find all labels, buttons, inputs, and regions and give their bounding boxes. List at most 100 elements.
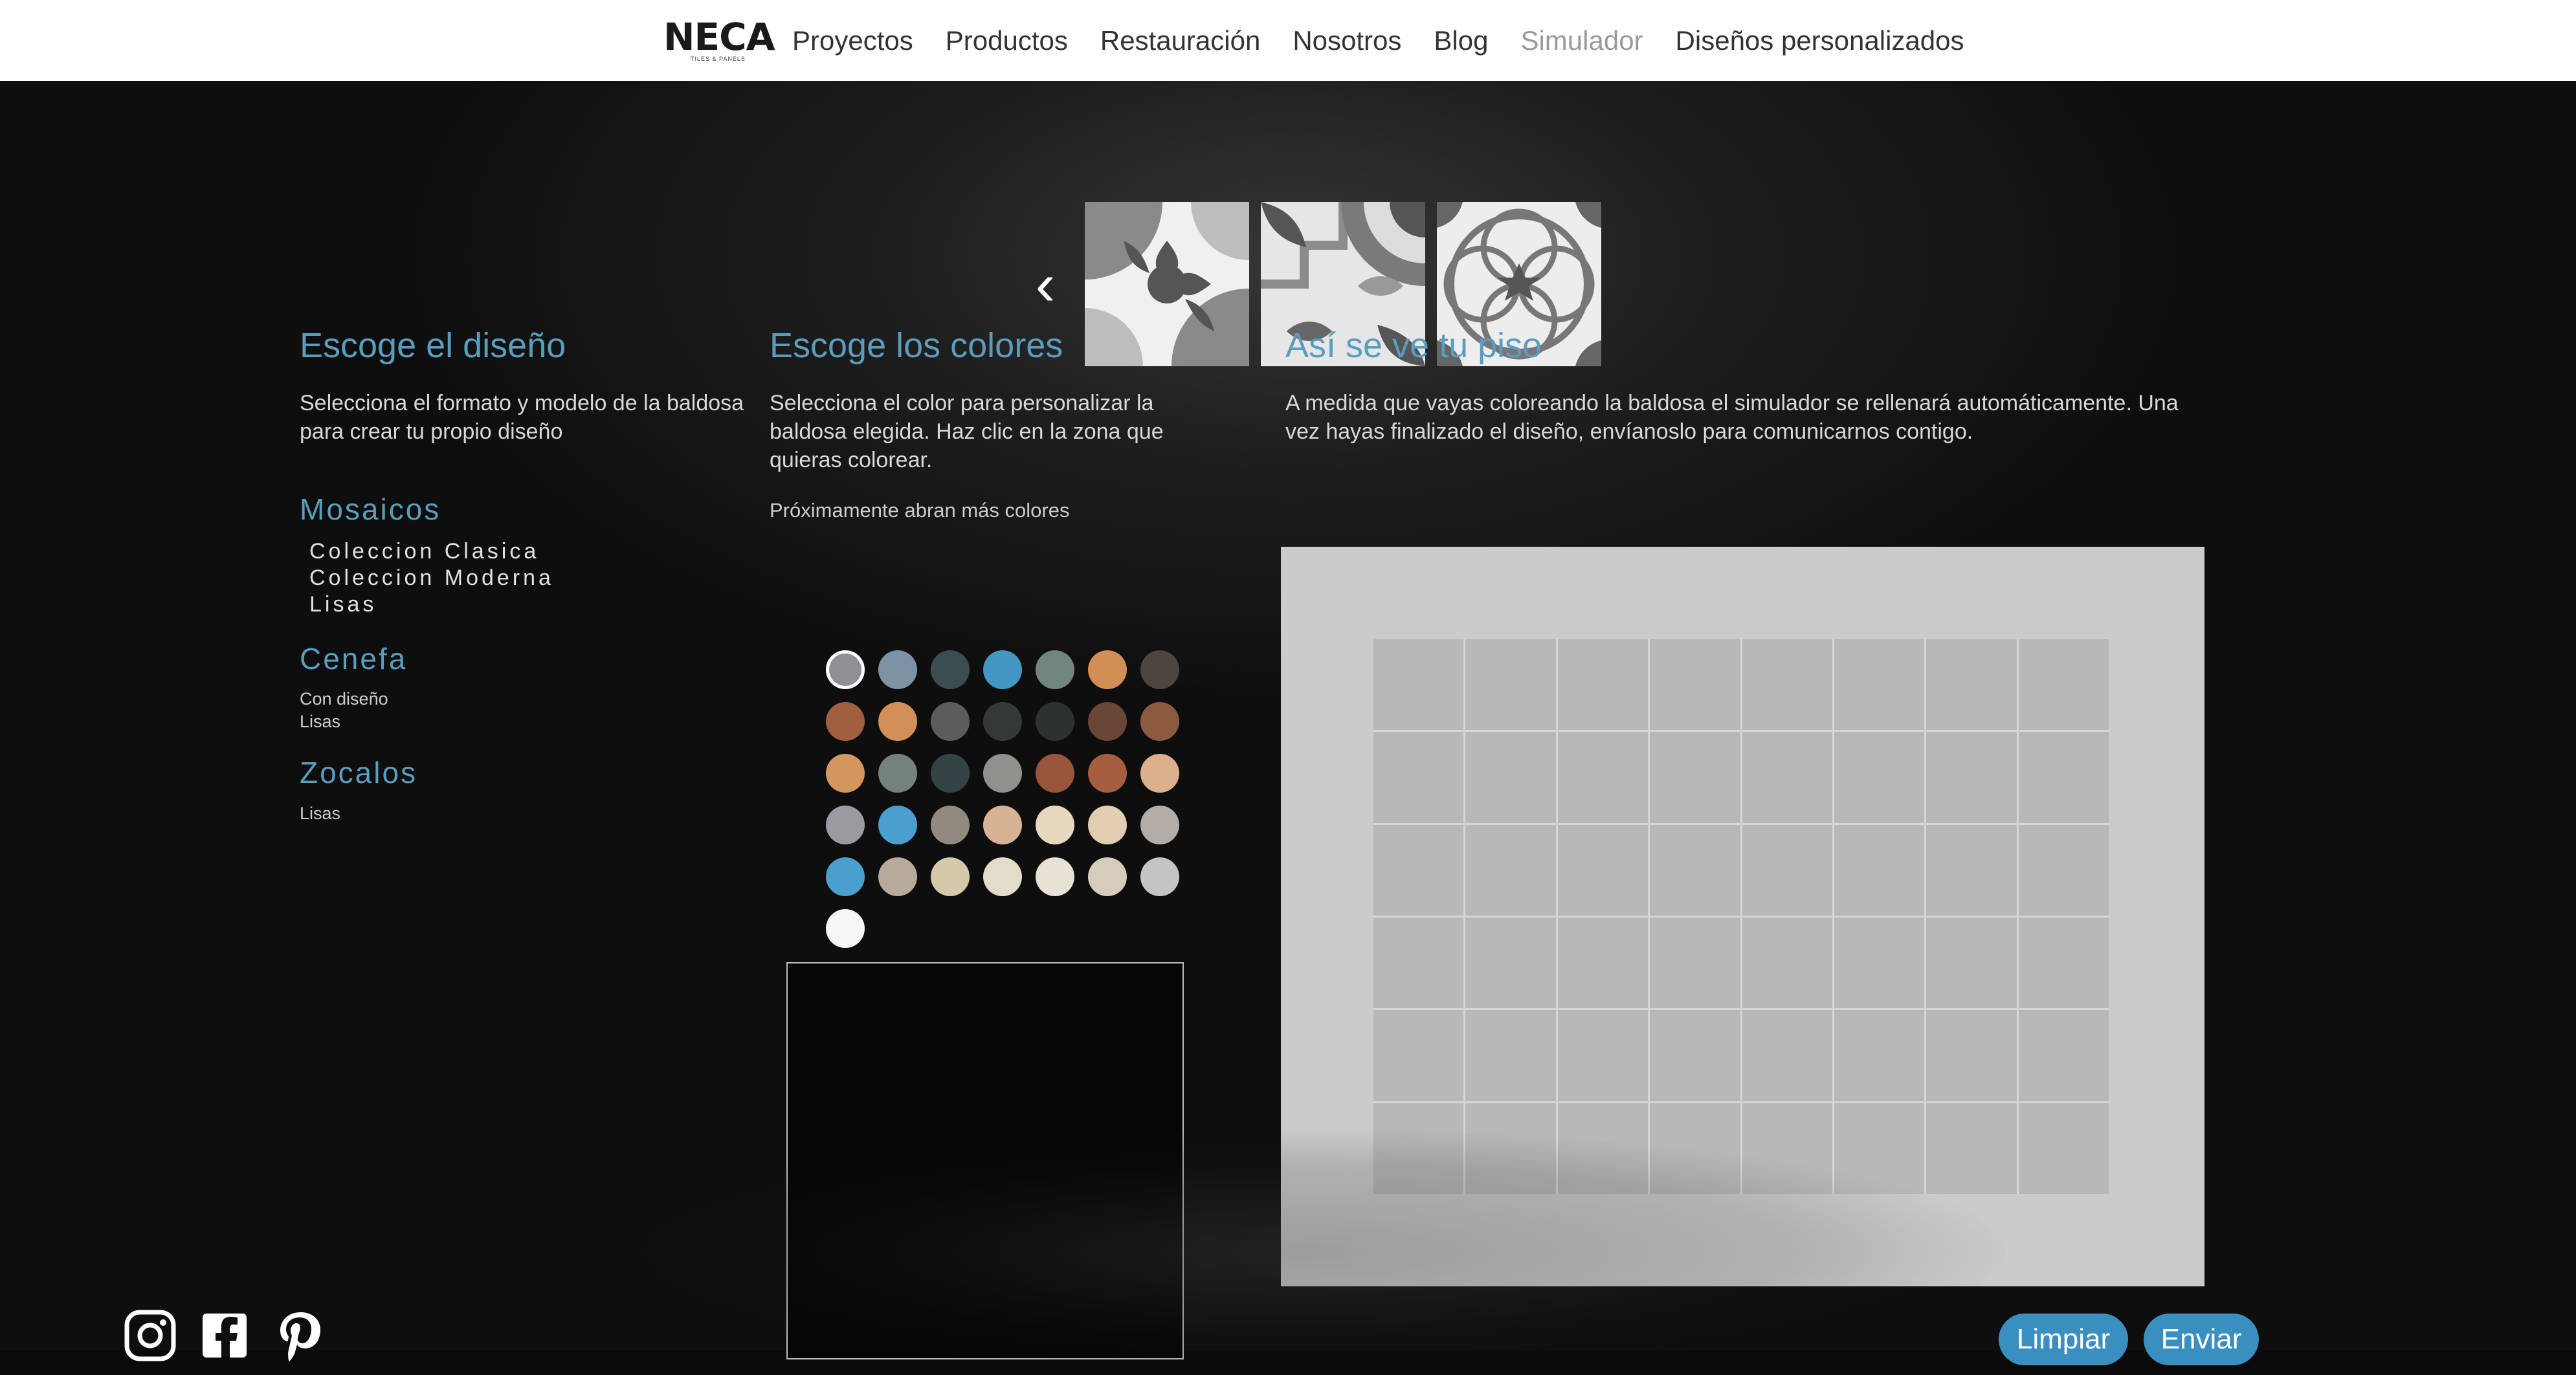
chevron-left-icon[interactable]: ‹ xyxy=(1029,255,1061,314)
color-swatch[interactable] xyxy=(1036,806,1074,844)
color-swatch[interactable] xyxy=(878,857,917,896)
preview-tile-cell xyxy=(2018,1010,2109,1101)
nav-link-restauracion[interactable]: Restauración xyxy=(1100,25,1260,56)
color-swatch[interactable] xyxy=(983,857,1022,896)
color-swatch[interactable] xyxy=(931,754,970,793)
color-swatch[interactable] xyxy=(983,754,1022,793)
preview-tile-cell xyxy=(2018,1103,2109,1194)
color-swatch[interactable] xyxy=(1088,857,1127,896)
clear-button[interactable]: Limpiar xyxy=(1999,1314,2128,1365)
color-swatch[interactable] xyxy=(826,806,865,844)
design-section-description: Selecciona el formato y modelo de la bal… xyxy=(300,391,744,444)
preview-tile-cell xyxy=(1650,917,1740,1009)
preview-tile-cell xyxy=(1465,639,1556,731)
tile-color-editor[interactable] xyxy=(786,962,1184,1359)
preview-tile-cell xyxy=(1465,824,1556,916)
color-swatch[interactable] xyxy=(1088,806,1127,844)
preview-tile-cell xyxy=(1650,1010,1740,1101)
more-colors-note: Próximamente abran más colores xyxy=(770,499,1070,522)
preview-tile-cell xyxy=(1557,639,1649,731)
color-swatch[interactable] xyxy=(1036,702,1074,741)
zocalos-item-lisas[interactable]: Lisas xyxy=(300,804,340,824)
send-button[interactable]: Enviar xyxy=(2144,1314,2259,1365)
cenefa-item-con-diseno[interactable]: Con diseño xyxy=(300,689,388,709)
category-item-coleccion-clasica[interactable]: Coleccion Clasica xyxy=(309,539,539,564)
preview-tile-cell xyxy=(1650,639,1740,731)
preview-tile-cell xyxy=(1373,732,1464,823)
preview-tile-cell xyxy=(1742,639,1832,731)
preview-section-description: A medida que vayas coloreando la baldosa… xyxy=(1285,391,2179,444)
preview-tile-cell xyxy=(1557,1103,1649,1194)
category-item-lisas[interactable]: Lisas xyxy=(309,592,377,617)
neca-logo[interactable]: NECA TILES & PANELS xyxy=(663,14,775,66)
preview-tile-cell xyxy=(1742,1103,1832,1194)
color-swatch[interactable] xyxy=(983,702,1022,741)
color-swatch[interactable] xyxy=(1140,754,1179,793)
color-swatch[interactable] xyxy=(878,806,917,844)
color-swatch[interactable] xyxy=(1036,857,1074,896)
preview-tile-cell xyxy=(1834,917,1925,1009)
category-item-coleccion-moderna[interactable]: Coleccion Moderna xyxy=(309,566,554,591)
preview-tile-cell xyxy=(2018,639,2109,731)
preview-tile-cell xyxy=(1650,732,1740,823)
color-swatch[interactable] xyxy=(1140,702,1179,741)
color-swatch[interactable] xyxy=(1036,754,1074,793)
facebook-icon[interactable] xyxy=(197,1308,252,1363)
color-swatch[interactable] xyxy=(1088,650,1127,689)
logo-wordmark: NECA xyxy=(663,15,775,59)
color-swatch[interactable] xyxy=(826,650,865,689)
nav-link-nosotros[interactable]: Nosotros xyxy=(1293,25,1401,56)
color-swatch[interactable] xyxy=(826,702,865,741)
nav-link-disenos-personalizados[interactable]: Diseños personalizados xyxy=(1676,25,1964,56)
main-nav: Proyectos Productos Restauración Nosotro… xyxy=(792,0,1996,81)
color-swatch[interactable] xyxy=(1140,806,1179,844)
color-swatch[interactable] xyxy=(878,702,917,741)
color-swatch[interactable] xyxy=(826,909,865,948)
preview-tile-cell xyxy=(2018,732,2109,823)
nav-link-proyectos[interactable]: Proyectos xyxy=(792,25,913,56)
color-swatch[interactable] xyxy=(1088,754,1127,793)
color-swatch[interactable] xyxy=(1140,857,1179,896)
color-swatch[interactable] xyxy=(983,650,1022,689)
color-swatch[interactable] xyxy=(826,857,865,896)
color-swatch[interactable] xyxy=(1088,702,1127,741)
color-swatch[interactable] xyxy=(931,806,970,844)
colors-section-title: Escoge los colores xyxy=(770,326,1063,365)
preview-tile-cell xyxy=(1465,1010,1556,1101)
category-title-cenefa: Cenefa xyxy=(300,642,408,676)
color-swatch[interactable] xyxy=(1140,650,1179,689)
cenefa-item-lisas[interactable]: Lisas xyxy=(300,712,340,732)
color-swatch[interactable] xyxy=(931,702,970,741)
tile-design-1[interactable] xyxy=(1085,202,1249,366)
nav-link-blog[interactable]: Blog xyxy=(1434,25,1488,56)
color-swatch[interactable] xyxy=(878,754,917,793)
preview-tile-cell xyxy=(1557,1010,1649,1101)
color-swatch[interactable] xyxy=(826,754,865,793)
floor-preview-panel xyxy=(1281,547,2204,1286)
color-swatch[interactable] xyxy=(931,650,970,689)
nav-link-simulador[interactable]: Simulador xyxy=(1520,25,1643,56)
color-swatch[interactable] xyxy=(931,857,970,896)
color-swatch[interactable] xyxy=(983,806,1022,844)
preview-tile-cell xyxy=(1742,732,1832,823)
preview-tile-cell xyxy=(1373,1103,1464,1194)
preview-tile-cell xyxy=(1373,639,1464,731)
pinterest-icon[interactable] xyxy=(272,1308,327,1363)
preview-tile-cell xyxy=(1926,917,2017,1009)
instagram-icon[interactable] xyxy=(123,1308,177,1363)
tile-pattern-1 xyxy=(1085,202,1249,366)
preview-tile-cell xyxy=(1557,917,1649,1009)
color-swatch[interactable] xyxy=(1036,650,1074,689)
preview-tile-cell xyxy=(1465,732,1556,823)
preview-tile-cell xyxy=(1465,1103,1556,1194)
preview-tile-cell xyxy=(2018,917,2109,1009)
preview-tile-cell xyxy=(1926,824,2017,916)
preview-section-title: Así se ve tu piso xyxy=(1285,326,1542,365)
colors-section-description: Selecciona el color para personalizar la… xyxy=(770,391,1164,472)
nav-link-productos[interactable]: Productos xyxy=(946,25,1068,56)
design-section-title: Escoge el diseño xyxy=(300,326,566,365)
preview-tile-cell xyxy=(1650,824,1740,916)
preview-tile-cell xyxy=(1926,639,2017,731)
color-swatch[interactable] xyxy=(878,650,917,689)
preview-tile-cell xyxy=(1465,917,1556,1009)
